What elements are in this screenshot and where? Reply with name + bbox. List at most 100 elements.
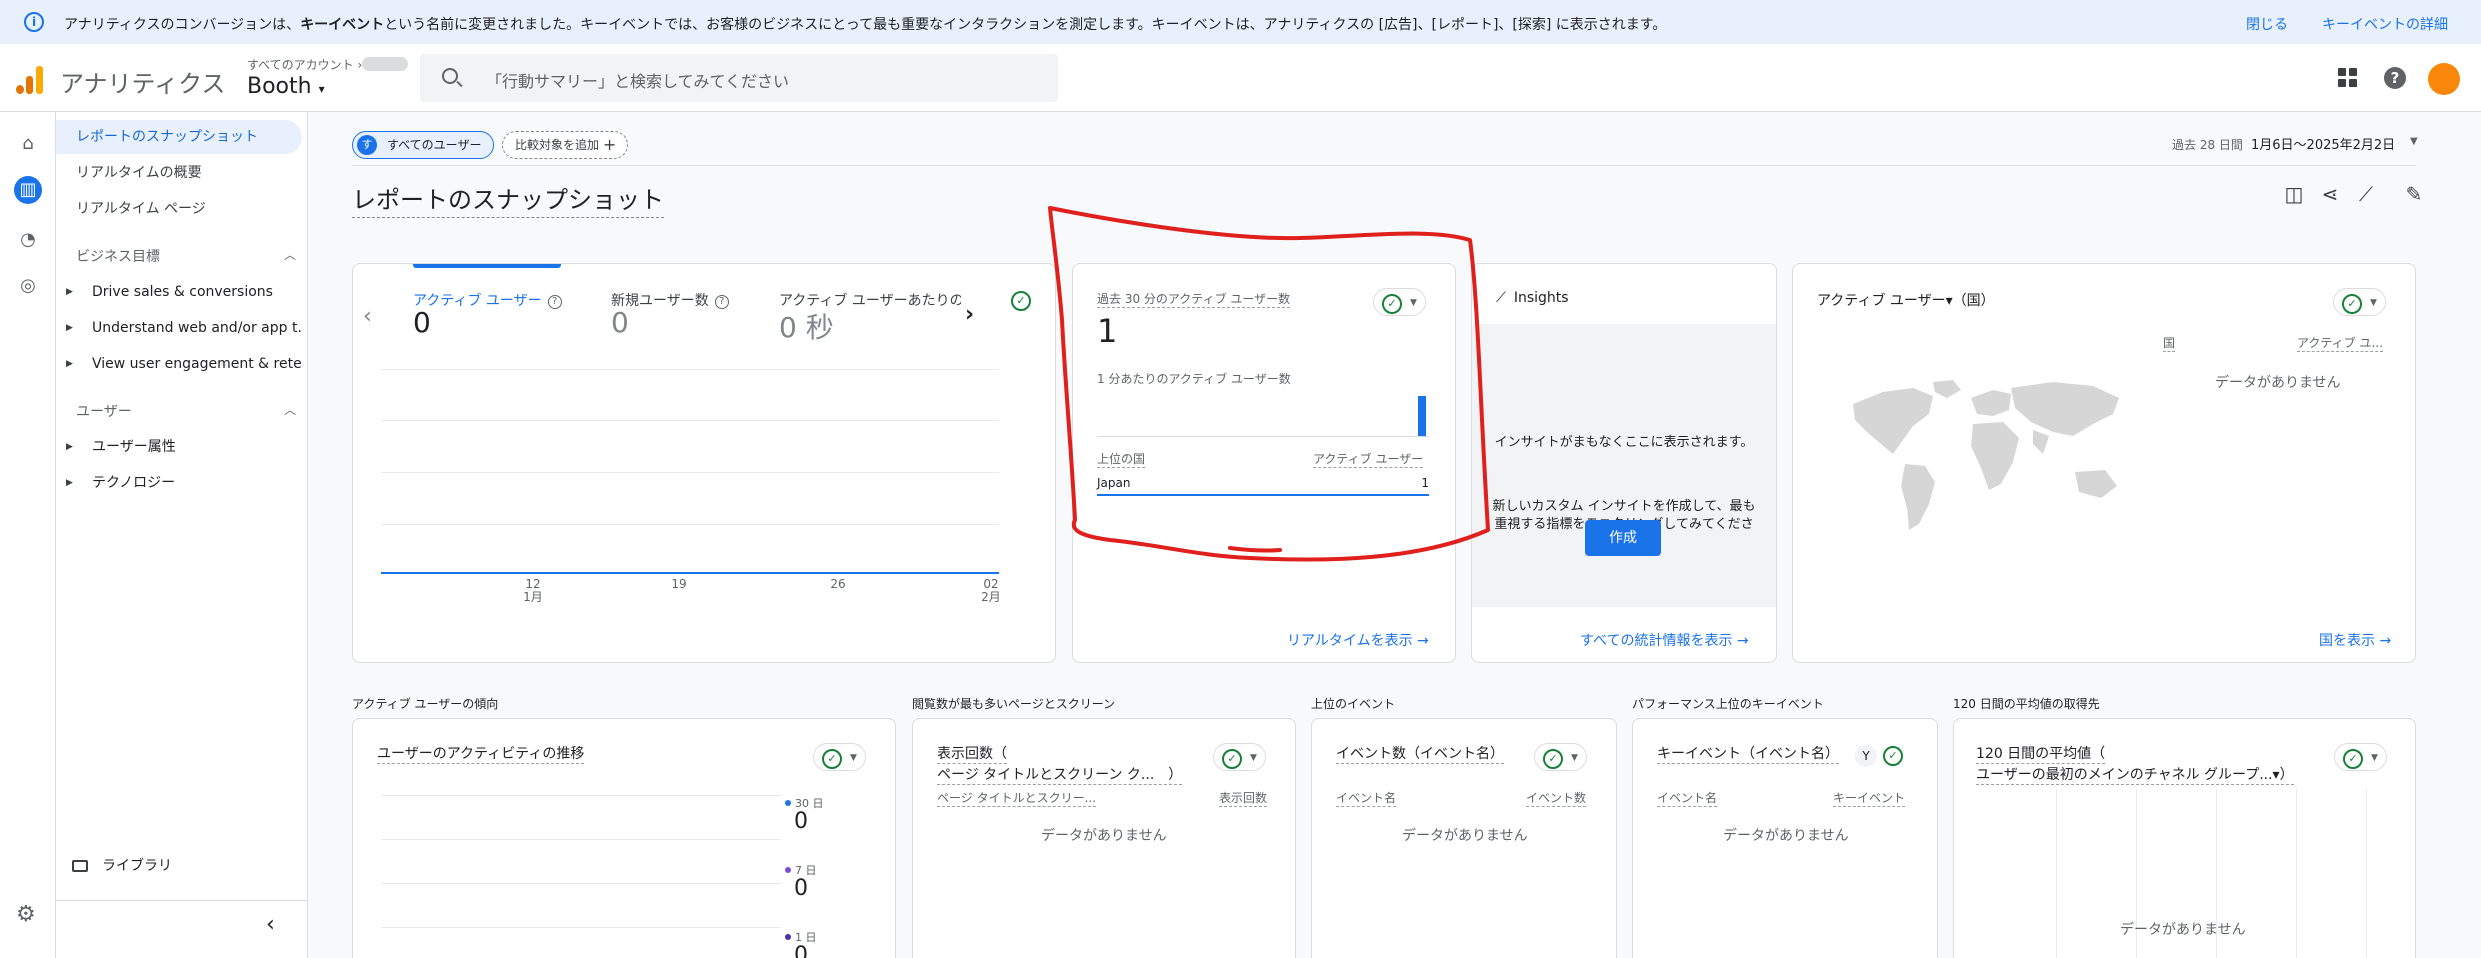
advertising-icon[interactable]: ◎ bbox=[14, 272, 42, 300]
date-range-selector[interactable]: 1月6日～2025年2月2日 bbox=[2251, 134, 2395, 153]
banner-message: アナリティクスのコンバージョンは、キーイベントという名前に変更されました。キーイ… bbox=[64, 17, 1667, 33]
row-value: 1 bbox=[1421, 476, 1429, 490]
help-circle-icon[interactable]: ? bbox=[714, 295, 729, 309]
x-axis-label: 02 2月 bbox=[981, 577, 1001, 604]
trend-card-title: ユーザーのアクティビティの推移 bbox=[377, 743, 585, 764]
key-event-name-column-header: イベント名 bbox=[1657, 791, 1718, 807]
date-range-label: 過去 28 日間 bbox=[2172, 138, 2243, 152]
event-name-column-header: イベント名 bbox=[1336, 791, 1397, 807]
sidebar-item-sales[interactable]: ▶ Drive sales & conversions bbox=[56, 277, 302, 307]
pages-column-header: ページ タイトルとスクリー... bbox=[937, 791, 1097, 807]
help-circle-icon[interactable]: ? bbox=[547, 295, 562, 309]
insights-trend-icon: ⟋ bbox=[1496, 290, 1506, 306]
sidebar-item-technology[interactable]: ▶ テクノロジー bbox=[56, 468, 302, 498]
per-minute-label: 1 分あたりのアクティブ ユーザー数 bbox=[1097, 372, 1291, 386]
banner-close-link[interactable]: 閉じる bbox=[2246, 14, 2288, 34]
user-trend-card: ユーザーのアクティビティの推移 ✓ ▼ 30 日 0 7 日 0 1 日 0 bbox=[352, 718, 896, 958]
property-selector[interactable]: Booth ▾ bbox=[247, 74, 325, 99]
settings-gear-icon[interactable]: ⚙ bbox=[16, 902, 36, 927]
expand-triangle-icon: ▶ bbox=[66, 442, 73, 452]
sidebar-item-demographics[interactable]: ▶ ユーザー属性 bbox=[56, 432, 302, 462]
explore-icon[interactable]: ◔ bbox=[14, 226, 42, 254]
sidebar-item-snapshot[interactable]: レポートのスナップショット bbox=[56, 120, 302, 154]
table-row[interactable]: Japan 1 bbox=[1097, 474, 1429, 496]
arrow-right-icon: → bbox=[1417, 633, 1429, 649]
collapse-chevron-icon[interactable]: ‹ bbox=[266, 912, 275, 937]
sidebar-item-realtime-overview[interactable]: リアルタイムの概要 bbox=[56, 156, 302, 190]
row-country: Japan bbox=[1097, 476, 1131, 490]
insights-message: インサイトがまもなくここに表示されます。 bbox=[1494, 435, 1754, 450]
create-insight-button[interactable]: 作成 bbox=[1585, 520, 1661, 556]
chevron-left-icon[interactable]: ‹ bbox=[363, 304, 372, 329]
metric-active-users[interactable]: アクティブ ユーザー? bbox=[413, 290, 562, 310]
pages-status-pill[interactable]: ✓ ▼ bbox=[1213, 743, 1266, 771]
share-icon[interactable]: ⋖ bbox=[2318, 182, 2342, 206]
avg-120-day-card: 120 日間の平均値（ ユーザーの最初のメインのチャネル グループ...▾） ✓ ▼… bbox=[1953, 718, 2416, 958]
arrow-right-icon: → bbox=[2379, 633, 2392, 649]
arrow-right-icon: → bbox=[1736, 633, 1749, 649]
world-map bbox=[1853, 380, 2119, 530]
events-card-title: イベント数（イベント名） bbox=[1336, 743, 1504, 764]
filter-funnel-icon[interactable]: Y bbox=[1855, 745, 1877, 767]
insights-trend-icon[interactable]: ⟋ bbox=[2354, 182, 2378, 206]
compare-columns-icon[interactable]: ◫ bbox=[2282, 182, 2306, 206]
metric-new-users-value: 0 bbox=[611, 306, 629, 339]
edit-pencil-icon[interactable]: ✎ bbox=[2402, 182, 2426, 206]
country-status-pill[interactable]: ✓ ▼ bbox=[2333, 288, 2386, 316]
realtime-status-pill[interactable]: ✓ ▼ bbox=[1373, 288, 1426, 316]
add-comparison-chip[interactable]: 比較対象を追加 + bbox=[502, 131, 628, 159]
help-icon[interactable]: ? bbox=[2384, 67, 2406, 89]
country-column-header: 国 bbox=[2163, 336, 2176, 352]
avg-card-title[interactable]: 120 日間の平均値（ ユーザーの最初のメインのチャネル グループ...▾） bbox=[1976, 743, 2294, 785]
check-circle-icon[interactable]: ✓ bbox=[1011, 291, 1031, 311]
section-title-trend: アクティブ ユーザーの傾向 bbox=[352, 697, 499, 711]
sidebar-item-realtime-pages[interactable]: リアルタイム ページ bbox=[56, 192, 302, 226]
chart-gridline bbox=[2056, 789, 2057, 958]
date-dropdown-icon[interactable]: ▼ bbox=[2410, 136, 2418, 147]
sidebar-section-users[interactable]: ユーザー ︿ bbox=[76, 401, 296, 421]
top-events-card: イベント数（イベント名） ✓ ▼ イベント名 イベント数 データがありません bbox=[1311, 718, 1617, 958]
country-card-title[interactable]: アクティブ ユーザー▾（国） bbox=[1817, 290, 1995, 310]
section-title-120day: 120 日間の平均値の取得先 bbox=[1953, 697, 2100, 711]
apps-grid-icon[interactable] bbox=[2338, 68, 2357, 87]
sidebar-item-engagement[interactable]: ▶ View user engagement & rete... bbox=[56, 349, 302, 379]
avg-status-pill[interactable]: ✓ ▼ bbox=[2334, 743, 2387, 771]
x-axis-label: 12 1月 bbox=[523, 577, 543, 604]
pages-card-title: 表示回数（ ページ タイトルとスクリーン ク... ） bbox=[937, 743, 1183, 785]
trend-status-pill[interactable]: ✓ ▼ bbox=[813, 743, 866, 771]
info-icon: i bbox=[24, 12, 44, 32]
realtime-card: 過去 30 分のアクティブ ユーザー数 ✓ ▼ 1 1 分あたりのアクティブ ユー… bbox=[1072, 263, 1456, 663]
no-data-message: データがありません bbox=[2120, 922, 2246, 938]
key-events-card-title: キーイベント（イベント名） bbox=[1657, 743, 1839, 764]
library-link[interactable]: ライブラリ bbox=[72, 855, 172, 875]
account-label[interactable]: すべてのアカウント › bbox=[247, 56, 362, 73]
reports-icon[interactable]: ▥ bbox=[14, 176, 42, 204]
bar-baseline bbox=[1097, 436, 1429, 437]
check-circle-icon[interactable]: ✓ bbox=[1883, 746, 1903, 766]
search-bar[interactable]: 「行動サマリー」と検索してみてください bbox=[420, 54, 1058, 102]
sidebar-section-business[interactable]: ビジネス目標 ︿ bbox=[76, 246, 296, 266]
metric-active-users-value: 0 bbox=[413, 306, 431, 339]
banner-details-link[interactable]: キーイベントの詳細 bbox=[2322, 14, 2448, 34]
view-realtime-link[interactable]: リアルタイムを表示 → bbox=[1287, 630, 1429, 650]
segment-initial: す bbox=[357, 135, 377, 155]
chevron-right-icon[interactable]: › bbox=[965, 302, 974, 327]
check-circle-icon: ✓ bbox=[822, 749, 842, 769]
folder-icon bbox=[72, 860, 88, 872]
avatar[interactable] bbox=[2428, 63, 2460, 95]
analytics-logo[interactable] bbox=[16, 66, 46, 94]
realtime-title: 過去 30 分のアクティブ ユーザー数 bbox=[1097, 292, 1291, 308]
metric-engagement-time-value: 0 秒 bbox=[779, 311, 834, 344]
nav-rail: ⌂ ▥ ◔ ◎ ⚙ bbox=[0, 112, 56, 958]
active-users-column-header: アクティブ ユ... bbox=[2297, 336, 2383, 352]
chart-gridline bbox=[381, 839, 781, 840]
view-all-insights-link[interactable]: すべての統計情報を表示 → bbox=[1580, 630, 1749, 650]
selected-metric-indicator bbox=[413, 264, 561, 268]
per-minute-bar bbox=[1418, 396, 1426, 436]
view-countries-link[interactable]: 国を表示 → bbox=[2319, 630, 2391, 650]
home-icon[interactable]: ⌂ bbox=[14, 130, 42, 158]
all-users-chip[interactable]: すすべてのユーザー bbox=[352, 131, 494, 159]
sidebar-item-understand[interactable]: ▶ Understand web and/or app t... bbox=[56, 313, 302, 343]
check-circle-icon: ✓ bbox=[1543, 749, 1563, 769]
events-status-pill[interactable]: ✓ ▼ bbox=[1534, 743, 1587, 771]
